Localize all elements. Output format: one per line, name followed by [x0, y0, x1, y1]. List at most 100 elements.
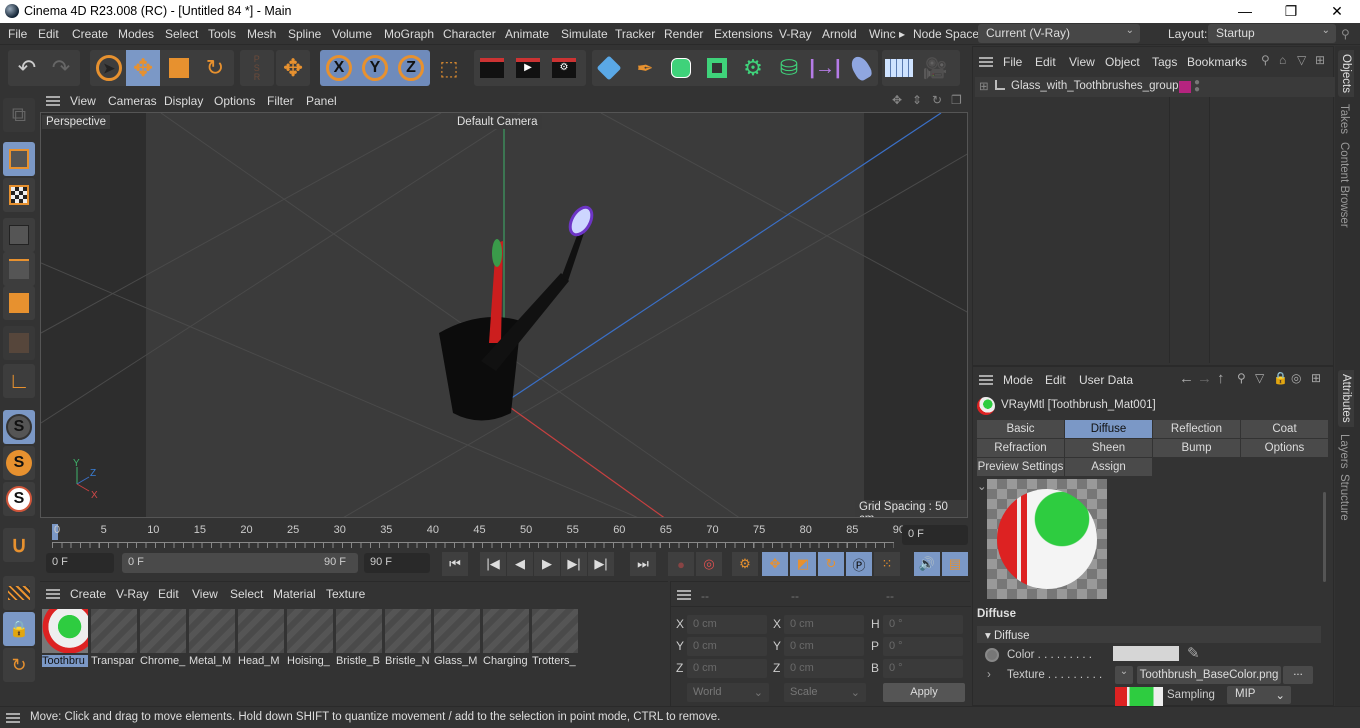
forward-arrow-icon[interactable]: →: [1197, 370, 1212, 387]
tab-sheen[interactable]: Sheen: [1065, 439, 1153, 457]
hamburger-icon[interactable]: [46, 96, 60, 106]
attr-menu-mode[interactable]: Mode: [1003, 373, 1033, 387]
material-tag-icon[interactable]: [1179, 81, 1191, 93]
maximize-button[interactable]: ❐: [1268, 0, 1314, 23]
edges-mode-icon[interactable]: [3, 252, 35, 286]
symmetry-icon[interactable]: |→|: [808, 50, 842, 86]
camera-label[interactable]: Default Camera: [453, 115, 542, 129]
sound-icon[interactable]: 🔊: [914, 552, 940, 576]
hamburger-icon[interactable]: [677, 590, 691, 600]
uv-mode-icon[interactable]: [3, 326, 35, 360]
rotation-h-field[interactable]: 0 °: [883, 615, 963, 634]
points-mode-icon[interactable]: [3, 218, 35, 252]
sampling-select[interactable]: MIP ⌄: [1227, 686, 1291, 704]
search-icon[interactable]: ⚲: [1261, 53, 1270, 67]
obj-menu-file[interactable]: File: [1003, 55, 1022, 69]
texture-mode-icon[interactable]: [3, 178, 35, 212]
hamburger-icon[interactable]: [6, 713, 20, 723]
coordinate-mode-select[interactable]: World ⌄: [687, 683, 769, 702]
start-frame-field[interactable]: 0 F: [46, 553, 114, 573]
pen-icon[interactable]: ✒: [628, 50, 662, 86]
home-icon[interactable]: ⌂: [1279, 53, 1286, 67]
key-position-icon[interactable]: ✥: [762, 552, 788, 576]
subdivision-icon[interactable]: [664, 50, 698, 86]
viewport-menu-panel[interactable]: Panel: [306, 94, 337, 108]
position-x-field[interactable]: 0 cm: [687, 615, 767, 634]
size-z-field[interactable]: 0 cm: [784, 659, 864, 678]
size-x-field[interactable]: 0 cm: [784, 615, 864, 634]
visibility-dots-icon[interactable]: ● ●: [1194, 78, 1200, 95]
tab-structure[interactable]: Structure: [1338, 474, 1350, 521]
material-item[interactable]: Transpar: [91, 609, 137, 669]
material-item[interactable]: Trotters_: [532, 609, 578, 669]
snap-icon[interactable]: S: [3, 446, 35, 480]
viewport-menu-filter[interactable]: Filter: [267, 94, 294, 108]
redo-icon[interactable]: ↷: [44, 50, 78, 86]
hamburger-icon[interactable]: [979, 375, 993, 385]
obj-menu-view[interactable]: View: [1069, 55, 1095, 69]
key-scale-icon[interactable]: ◩: [790, 552, 816, 576]
menu-simulate[interactable]: Simulate: [561, 27, 608, 41]
render-settings-icon[interactable]: ⚙: [547, 50, 581, 86]
menu-extensions[interactable]: Extensions: [714, 27, 773, 41]
tab-options[interactable]: Options: [1241, 439, 1329, 457]
tab-content-browser[interactable]: Content Browser: [1338, 142, 1350, 228]
hamburger-icon[interactable]: [979, 57, 993, 67]
tab-diffuse[interactable]: Diffuse: [1065, 420, 1153, 438]
menu-arnold[interactable]: Arnold: [822, 27, 857, 41]
material-item[interactable]: Charging: [483, 609, 529, 669]
expand-icon[interactable]: ›: [987, 669, 991, 681]
camera-icon[interactable]: 🎥: [918, 50, 952, 86]
color-radio[interactable]: [985, 648, 999, 662]
go-to-end-icon[interactable]: ⏭: [630, 552, 656, 576]
obj-menu-edit[interactable]: Edit: [1035, 55, 1056, 69]
menu-character[interactable]: Character: [443, 27, 496, 41]
texture-file-button[interactable]: Toothbrush_BaseColor.png: [1137, 666, 1281, 684]
timeline-track[interactable]: [52, 542, 894, 548]
material-item[interactable]: Head_M: [238, 609, 284, 669]
search-icon[interactable]: ⚲: [1341, 27, 1350, 41]
object-row[interactable]: ⊞ Glass_with_Toothbrushes_group ● ●: [975, 77, 1335, 97]
material-item[interactable]: Metal_M: [189, 609, 235, 669]
mograph-icon[interactable]: ⛁: [772, 50, 806, 86]
render-view-icon[interactable]: [475, 50, 509, 86]
model-mode-icon[interactable]: [3, 142, 35, 176]
filter-icon[interactable]: ▽: [1255, 371, 1264, 385]
make-editable-icon[interactable]: ⧉: [3, 98, 35, 132]
filter-icon[interactable]: ▽: [1297, 53, 1306, 67]
collapse-preview-icon[interactable]: ⌄: [977, 479, 987, 493]
obj-menu-tags[interactable]: Tags: [1152, 55, 1177, 69]
next-frame-icon[interactable]: ▶|: [561, 552, 587, 576]
end-frame-field[interactable]: 90 F: [364, 553, 430, 573]
menu-animate[interactable]: Animate: [505, 27, 549, 41]
tab-coat[interactable]: Coat: [1241, 420, 1329, 438]
color-swatch[interactable]: [1113, 646, 1179, 661]
new-window-icon[interactable]: ⊞: [1311, 371, 1321, 385]
tab-basic[interactable]: Basic: [977, 420, 1065, 438]
previous-key-icon[interactable]: |◀: [480, 552, 506, 576]
tab-attributes[interactable]: Attributes: [1338, 370, 1354, 427]
timeline-ruler[interactable]: 0 5 10 15 20 25 30 35 40 45 50 55 60 65 70 75 80 85 90 0 F: [40, 520, 970, 550]
object-name[interactable]: Glass_with_Toothbrushes_group: [1011, 80, 1179, 92]
y-axis-icon[interactable]: Y: [358, 50, 392, 86]
tab-preview-settings[interactable]: Preview Settings: [977, 458, 1065, 476]
move-icon[interactable]: ✥: [126, 50, 160, 86]
mat-menu-vray[interactable]: V-Ray: [116, 587, 149, 601]
tab-layers[interactable]: Layers: [1338, 434, 1350, 469]
expand-icon[interactable]: ⊞: [979, 79, 989, 93]
polygons-mode-icon[interactable]: [3, 286, 35, 320]
psr-icon[interactable]: PSR: [240, 50, 274, 86]
menu-modes[interactable]: Modes: [118, 27, 154, 41]
eyedropper-icon[interactable]: ✎: [1187, 644, 1200, 662]
axis-mode-icon[interactable]: ∟: [3, 364, 35, 398]
rotation-b-field[interactable]: 0 °: [883, 659, 963, 678]
minimize-button[interactable]: —: [1222, 0, 1268, 23]
position-z-field[interactable]: 0 cm: [687, 659, 767, 678]
material-item[interactable]: Toothbru: [42, 609, 88, 669]
material-item[interactable]: Bristle_B: [336, 609, 382, 669]
undo-icon[interactable]: ↶: [10, 50, 44, 86]
tab-assign[interactable]: Assign: [1065, 458, 1153, 476]
material-item[interactable]: Chrome_: [140, 609, 186, 669]
apply-button[interactable]: Apply: [883, 683, 965, 702]
attr-menu-edit[interactable]: Edit: [1045, 373, 1066, 387]
